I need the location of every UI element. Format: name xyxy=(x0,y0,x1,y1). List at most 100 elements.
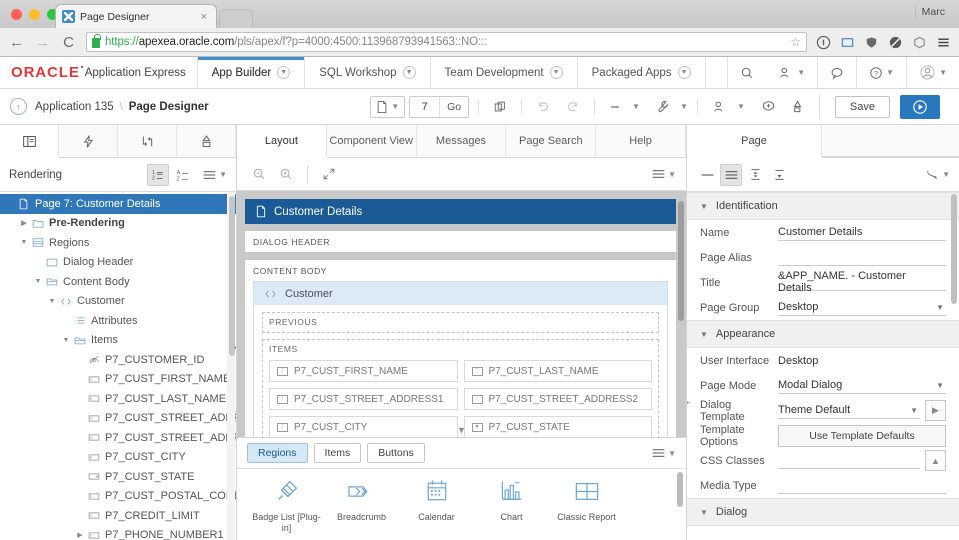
tree-node[interactable]: ▼ Items xyxy=(0,331,236,351)
goto-template-icon[interactable]: ▶ xyxy=(925,400,946,421)
search-icon[interactable] xyxy=(727,57,766,88)
zoom-out-icon[interactable] xyxy=(247,167,271,181)
utilities-icon[interactable] xyxy=(651,99,676,114)
save-button[interactable]: Save xyxy=(834,95,890,118)
canvas-scrollbar[interactable] xyxy=(678,201,684,321)
tree-twisty-icon[interactable]: ▶ xyxy=(74,531,86,539)
tree-node[interactable]: P7_CUST_STREET_ADDRESS2 xyxy=(0,428,236,448)
expand-icon[interactable] xyxy=(317,167,341,181)
tab-help[interactable]: Help xyxy=(596,125,686,157)
tab-processing[interactable] xyxy=(118,125,177,157)
chevron-down-icon[interactable]: ▼ xyxy=(886,68,894,77)
window-traffic-lights[interactable] xyxy=(11,9,58,20)
shield-icon[interactable] xyxy=(864,35,879,50)
chevron-down-icon[interactable]: ▼ xyxy=(677,66,691,79)
chevron-up-icon[interactable]: ▲ xyxy=(925,450,946,471)
bookmark-star-icon[interactable]: ☆ xyxy=(790,35,801,49)
gallery-item-chart[interactable]: Chart xyxy=(474,476,549,540)
gallery-item-classic-report[interactable]: Classic Report xyxy=(549,476,624,540)
tree-node[interactable]: ▼ Content Body xyxy=(0,272,236,292)
chevron-down-icon[interactable]: ▼ xyxy=(936,381,944,390)
url-input[interactable]: https://apexea.oracle.com/pls/apex/f?p=4… xyxy=(86,32,807,52)
box-icon[interactable] xyxy=(912,35,927,50)
back-icon[interactable]: ← xyxy=(8,35,25,50)
tree-node[interactable]: P7_CUST_STREET_ADDRESS1 xyxy=(0,409,236,429)
property-input[interactable]: Customer Details xyxy=(778,224,946,241)
nav-tab-team-development[interactable]: Team Development ▼ xyxy=(431,57,578,88)
property-input[interactable] xyxy=(778,452,920,469)
right-pane-resize-grip[interactable]: ▶ xyxy=(687,397,690,408)
canvas-item[interactable]: ▾ P7_CUST_STATE xyxy=(463,416,652,437)
tree-node[interactable]: P7_CUST_LAST_NAME xyxy=(0,389,236,409)
tab-messages[interactable]: Messages xyxy=(416,125,507,157)
left-pane-resize-grip[interactable]: ◀ xyxy=(232,332,236,362)
tab-page-properties[interactable]: Page xyxy=(687,125,822,158)
property-input[interactable]: &APP_NAME. - Customer Details xyxy=(778,270,946,294)
expand-all-icon[interactable] xyxy=(744,164,766,186)
tab-rendering[interactable] xyxy=(0,125,59,158)
tab-page-search[interactable]: Page Search xyxy=(506,125,597,157)
customer-region-header[interactable]: Customer xyxy=(254,282,667,305)
tree-node[interactable]: ▶ Pre-Rendering xyxy=(0,214,236,234)
content-body-slot[interactable]: CONTENT BODY Customer PREVIOUS ITEMS ⋮ P7… xyxy=(245,260,676,437)
previous-slot[interactable]: PREVIOUS xyxy=(262,312,659,333)
canvas-item[interactable]: ⋮ P7_CUST_FIRST_NAME xyxy=(269,360,458,382)
minimize-window-button[interactable] xyxy=(29,9,40,20)
tree-node[interactable]: P7_CREDIT_LIMIT xyxy=(0,506,236,526)
apex-logo[interactable]: ORACLE Application Express xyxy=(0,57,197,88)
tree-node[interactable]: Dialog Header xyxy=(0,253,236,273)
run-page-button[interactable] xyxy=(900,94,940,119)
property-section-header[interactable]: ▼ Dialog xyxy=(687,498,959,526)
browser-menu-icon[interactable] xyxy=(936,35,951,50)
property-select[interactable]: Theme Default ▼ xyxy=(778,402,920,419)
chevron-down-icon[interactable]: ▼ xyxy=(632,102,640,111)
gallery-scrollbar[interactable] xyxy=(677,472,683,507)
tree-node[interactable]: P7_CUST_POSTAL_CODE xyxy=(0,487,236,507)
user-admin-icon[interactable]: ▼ xyxy=(766,57,817,88)
comments-icon[interactable] xyxy=(756,99,781,114)
chevron-down-icon[interactable]: ▼ xyxy=(549,66,563,79)
property-select[interactable]: Desktop ▼ xyxy=(778,299,946,316)
list-view-icon[interactable] xyxy=(720,163,742,186)
tree-node[interactable]: Attributes xyxy=(0,311,236,331)
chevron-down-icon[interactable]: ▼ xyxy=(797,68,805,77)
left-pane-menu-icon[interactable]: ▼ xyxy=(197,169,227,181)
chevron-down-icon[interactable]: ▼ xyxy=(700,202,708,211)
tree-node[interactable]: ▼ Customer xyxy=(0,292,236,312)
chevron-down-icon[interactable]: ▼ xyxy=(700,330,708,339)
canvas-item[interactable]: ⋮ P7_CUST_LAST_NAME xyxy=(463,360,652,382)
tree-twisty-icon[interactable]: ▼ xyxy=(18,239,30,246)
tree-node[interactable]: ▶ P7_PHONE_NUMBER1 xyxy=(0,526,236,540)
chevron-down-icon[interactable]: ▼ xyxy=(277,66,291,79)
page-type-button[interactable]: ▼ xyxy=(370,95,406,118)
forward-icon[interactable]: → xyxy=(34,35,51,50)
dash-icon[interactable] xyxy=(604,100,628,114)
theme-icon[interactable] xyxy=(785,99,810,114)
property-editor[interactable]: ▶ ▼ Identification Name Customer Details Pag… xyxy=(687,192,959,540)
dialog-header-slot[interactable]: DIALOG HEADER xyxy=(245,231,676,252)
rendering-tree[interactable]: ◀ Page 7: Customer Details ▶ Pre-Rendering… xyxy=(0,192,236,540)
items-slot[interactable]: ITEMS ⋮ P7_CUST_FIRST_NAME ⋮ P7_CUST_LAST_N… xyxy=(262,339,659,437)
profile-label[interactable]: Marc xyxy=(914,4,951,20)
comment-icon[interactable] xyxy=(817,57,856,88)
chevron-down-icon[interactable]: ▼ xyxy=(910,406,918,415)
chevron-down-icon[interactable]: ▼ xyxy=(219,170,227,179)
nav-tab-app-builder[interactable]: App Builder ▼ xyxy=(196,57,306,88)
gallery-item-breadcrumb[interactable]: Breadcrumb xyxy=(324,476,399,540)
close-tab-icon[interactable]: × xyxy=(198,11,210,23)
chevron-down-icon[interactable]: ▼ xyxy=(737,102,745,111)
canvas-collapse-icon[interactable]: ▼ xyxy=(457,425,466,435)
layout-canvas[interactable]: Customer Details DIALOG HEADER CONTENT B… xyxy=(237,191,686,437)
property-section-header[interactable]: ▼ Identification xyxy=(687,192,959,220)
page-title-region[interactable]: Customer Details xyxy=(245,199,676,224)
help-icon[interactable]: ? ▼ xyxy=(856,57,906,88)
tree-node[interactable]: P7_CUST_STATE xyxy=(0,467,236,487)
page-number-input-group[interactable]: 7 Go xyxy=(409,95,470,118)
navigate-up-icon[interactable]: ↑ xyxy=(10,98,27,115)
shared-components-icon[interactable] xyxy=(707,100,733,114)
customer-region[interactable]: Customer PREVIOUS ITEMS ⋮ P7_CUST_FIRST_N… xyxy=(253,281,668,437)
tab-page-shared-components[interactable] xyxy=(177,125,236,157)
chevron-down-icon[interactable]: ▼ xyxy=(668,449,676,458)
chevron-down-icon[interactable]: ▼ xyxy=(936,303,944,312)
collapse-all-icon[interactable] xyxy=(768,164,790,186)
